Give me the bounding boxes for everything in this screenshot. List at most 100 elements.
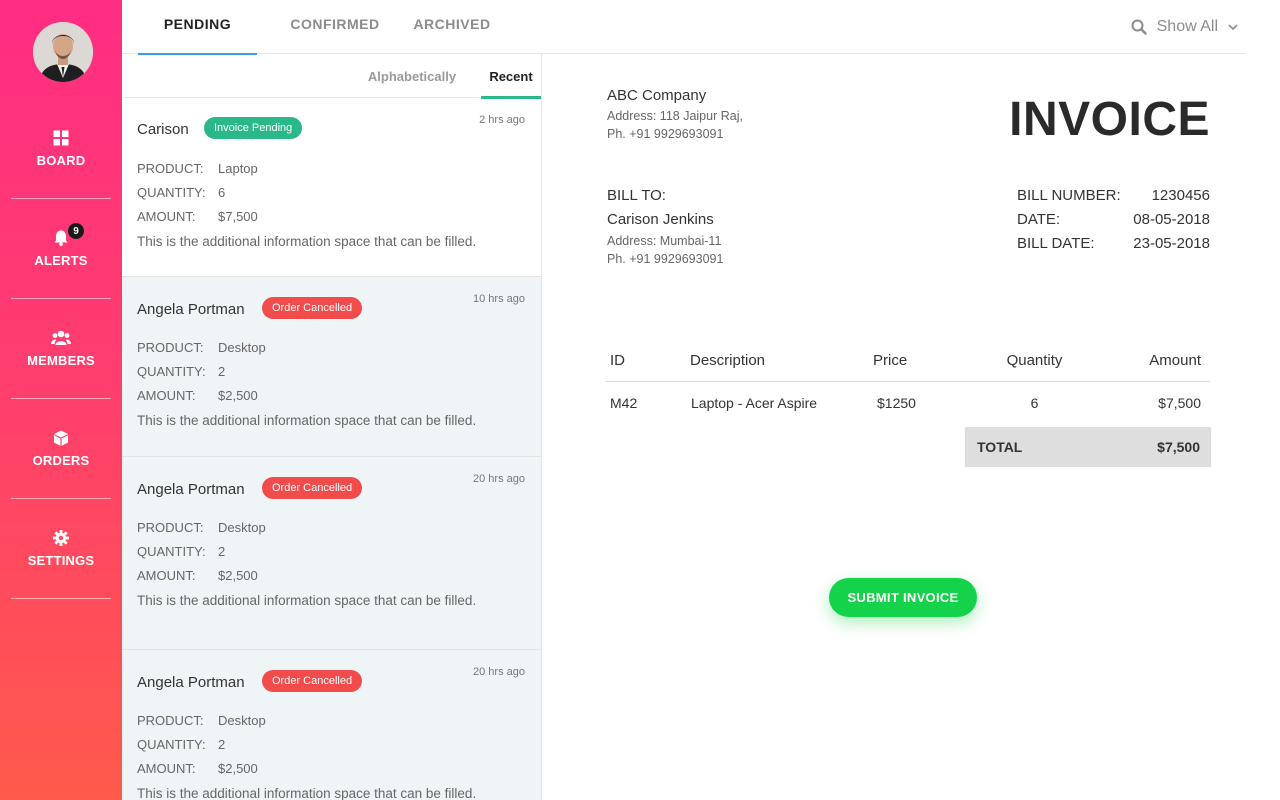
alerts-count-badge: 9: [68, 223, 84, 239]
invoice-items-table: ID Description Price Quantity Amount M42…: [605, 346, 1210, 425]
date-label: DATE:: [1017, 211, 1061, 228]
gear-icon: [53, 530, 69, 546]
customer-name: Angela Portman: [137, 481, 245, 498]
amount-value: $2,500: [218, 761, 258, 776]
list-item[interactable]: Angela Portman Order Cancelled 20 hrs ag…: [122, 650, 541, 800]
amount-label: AMOUNT:: [137, 761, 196, 776]
quantity-row: QUANTITY: 2: [137, 737, 225, 752]
amount-label: AMOUNT:: [137, 209, 196, 224]
status-badge: Order Cancelled: [262, 670, 363, 692]
quantity-label: QUANTITY:: [137, 544, 206, 559]
quantity-row: QUANTITY: 2: [137, 544, 225, 559]
item-amount: $7,500: [1158, 395, 1201, 412]
box-icon: [54, 430, 68, 446]
invoice-total: TOTAL $7,500: [965, 427, 1211, 467]
invoice-panel: ABC Company Address: 118 Jaipur Raj, Ph.…: [542, 54, 1246, 800]
product-row: PRODUCT: Desktop: [137, 713, 266, 728]
additional-info: This is the additional information space…: [137, 234, 477, 249]
product-label: PRODUCT:: [137, 340, 204, 355]
item-price: $1250: [877, 395, 916, 412]
company-address: Address: 118 Jaipur Raj,: [607, 109, 743, 123]
users-icon: [51, 330, 71, 345]
item-quantity: 6: [1030, 395, 1039, 412]
sidebar-item-members[interactable]: MEMBERS: [11, 299, 111, 399]
list-item[interactable]: Angela Portman Order Cancelled 20 hrs ag…: [122, 457, 541, 650]
submit-invoice-button[interactable]: SUBMIT INVOICE: [829, 578, 977, 617]
client-phone: Ph. +91 9929693091: [607, 252, 724, 266]
chevron-down-icon: [1228, 24, 1238, 31]
quantity-row: QUANTITY: 2: [137, 364, 225, 379]
show-all-filter[interactable]: Show All: [1131, 18, 1238, 36]
product-row: PRODUCT: Desktop: [137, 340, 266, 355]
bill-date-label: BILL DATE:: [1017, 235, 1095, 252]
customer-name: Carison: [137, 121, 189, 138]
timestamp: 20 hrs ago: [473, 666, 525, 678]
amount-row: AMOUNT: $2,500: [137, 388, 258, 403]
quantity-label: QUANTITY:: [137, 737, 206, 752]
quantity-value: 2: [218, 544, 226, 559]
product-row: PRODUCT: Desktop: [137, 520, 266, 535]
product-value: Desktop: [218, 340, 266, 355]
bill-date-value: 23-05-2018: [1133, 235, 1210, 252]
list-item[interactable]: Carison Invoice Pending 2 hrs ago PRODUC…: [122, 98, 541, 277]
amount-row: AMOUNT: $7,500: [137, 209, 258, 224]
invoice-title: INVOICE: [1009, 93, 1210, 146]
status-tabs: PENDING CONFIRMED ARCHIVED Show All: [122, 0, 1246, 55]
tab-confirmed[interactable]: CONFIRMED: [280, 0, 390, 54]
additional-info: This is the additional information space…: [137, 786, 477, 800]
timestamp: 2 hrs ago: [479, 114, 525, 126]
status-badge: Order Cancelled: [262, 477, 363, 499]
amount-row: AMOUNT: $2,500: [137, 568, 258, 583]
bill-date-row: BILL DATE: 23-05-2018: [1017, 235, 1210, 252]
amount-row: AMOUNT: $2,500: [137, 761, 258, 776]
amount-value: $7,500: [218, 209, 258, 224]
product-label: PRODUCT:: [137, 713, 204, 728]
show-all-label: Show All: [1156, 18, 1218, 35]
column-header-description: Description: [685, 346, 868, 382]
sidebar-item-orders[interactable]: ORDERS: [11, 399, 111, 499]
amount-value: $2,500: [218, 388, 258, 403]
sidebar-item-alerts[interactable]: 9 ALERTS: [11, 199, 111, 299]
additional-info: This is the additional information space…: [137, 413, 477, 428]
timestamp: 20 hrs ago: [473, 473, 525, 485]
company-phone: Ph. +91 9929693091: [607, 127, 724, 141]
amount-label: AMOUNT:: [137, 568, 196, 583]
tab-archived[interactable]: ARCHIVED: [404, 0, 500, 54]
additional-info: This is the additional information space…: [137, 593, 477, 608]
quantity-value: 6: [218, 185, 226, 200]
sidebar-item-settings[interactable]: SETTINGS: [11, 499, 111, 599]
product-row: PRODUCT: Laptop: [137, 161, 258, 176]
sidebar-item-board[interactable]: BOARD: [11, 99, 111, 199]
amount-value: $2,500: [218, 568, 258, 583]
date-value: 08-05-2018: [1133, 211, 1210, 228]
product-value: Laptop: [218, 161, 258, 176]
sidebar-nav: BOARD 9 ALERTS MEMBERS ORDERS SETTINGS: [11, 99, 111, 599]
total-label: TOTAL: [977, 439, 1023, 455]
sidebar-item-label: SETTINGS: [27, 553, 95, 568]
quantity-value: 2: [218, 737, 226, 752]
sidebar-item-label: BOARD: [36, 153, 86, 168]
quantity-label: QUANTITY:: [137, 185, 206, 200]
sort-recent[interactable]: Recent: [481, 54, 541, 99]
client-address: Address: Mumbai-11: [607, 234, 722, 248]
column-header-id: ID: [605, 346, 685, 382]
timestamp: 10 hrs ago: [473, 293, 525, 305]
bill-number-label: BILL NUMBER:: [1017, 187, 1121, 204]
product-label: PRODUCT:: [137, 161, 204, 176]
total-value: $7,500: [1157, 439, 1200, 455]
company-name: ABC Company: [607, 87, 707, 104]
list-item[interactable]: Angela Portman Order Cancelled 10 hrs ag…: [122, 277, 541, 457]
search-icon[interactable]: [1131, 19, 1147, 35]
column-header-amount: Amount: [1096, 346, 1210, 382]
sidebar-item-label: MEMBERS: [27, 353, 95, 368]
quantity-row: QUANTITY: 6: [137, 185, 225, 200]
bill-number-value: 1230456: [1151, 187, 1210, 204]
bill-number-row: BILL NUMBER: 1230456: [1017, 187, 1210, 204]
avatar[interactable]: [33, 22, 93, 82]
tab-pending[interactable]: PENDING: [138, 0, 257, 55]
sidebar: BOARD 9 ALERTS MEMBERS ORDERS SETTINGS: [0, 0, 122, 800]
orders-list-panel: Alphabetically Recent Carison Invoice Pe…: [122, 54, 542, 800]
sidebar-item-label: ORDERS: [32, 453, 90, 468]
bill-to-label: BILL TO:: [607, 187, 666, 204]
sort-alphabetically[interactable]: Alphabetically: [357, 54, 467, 98]
